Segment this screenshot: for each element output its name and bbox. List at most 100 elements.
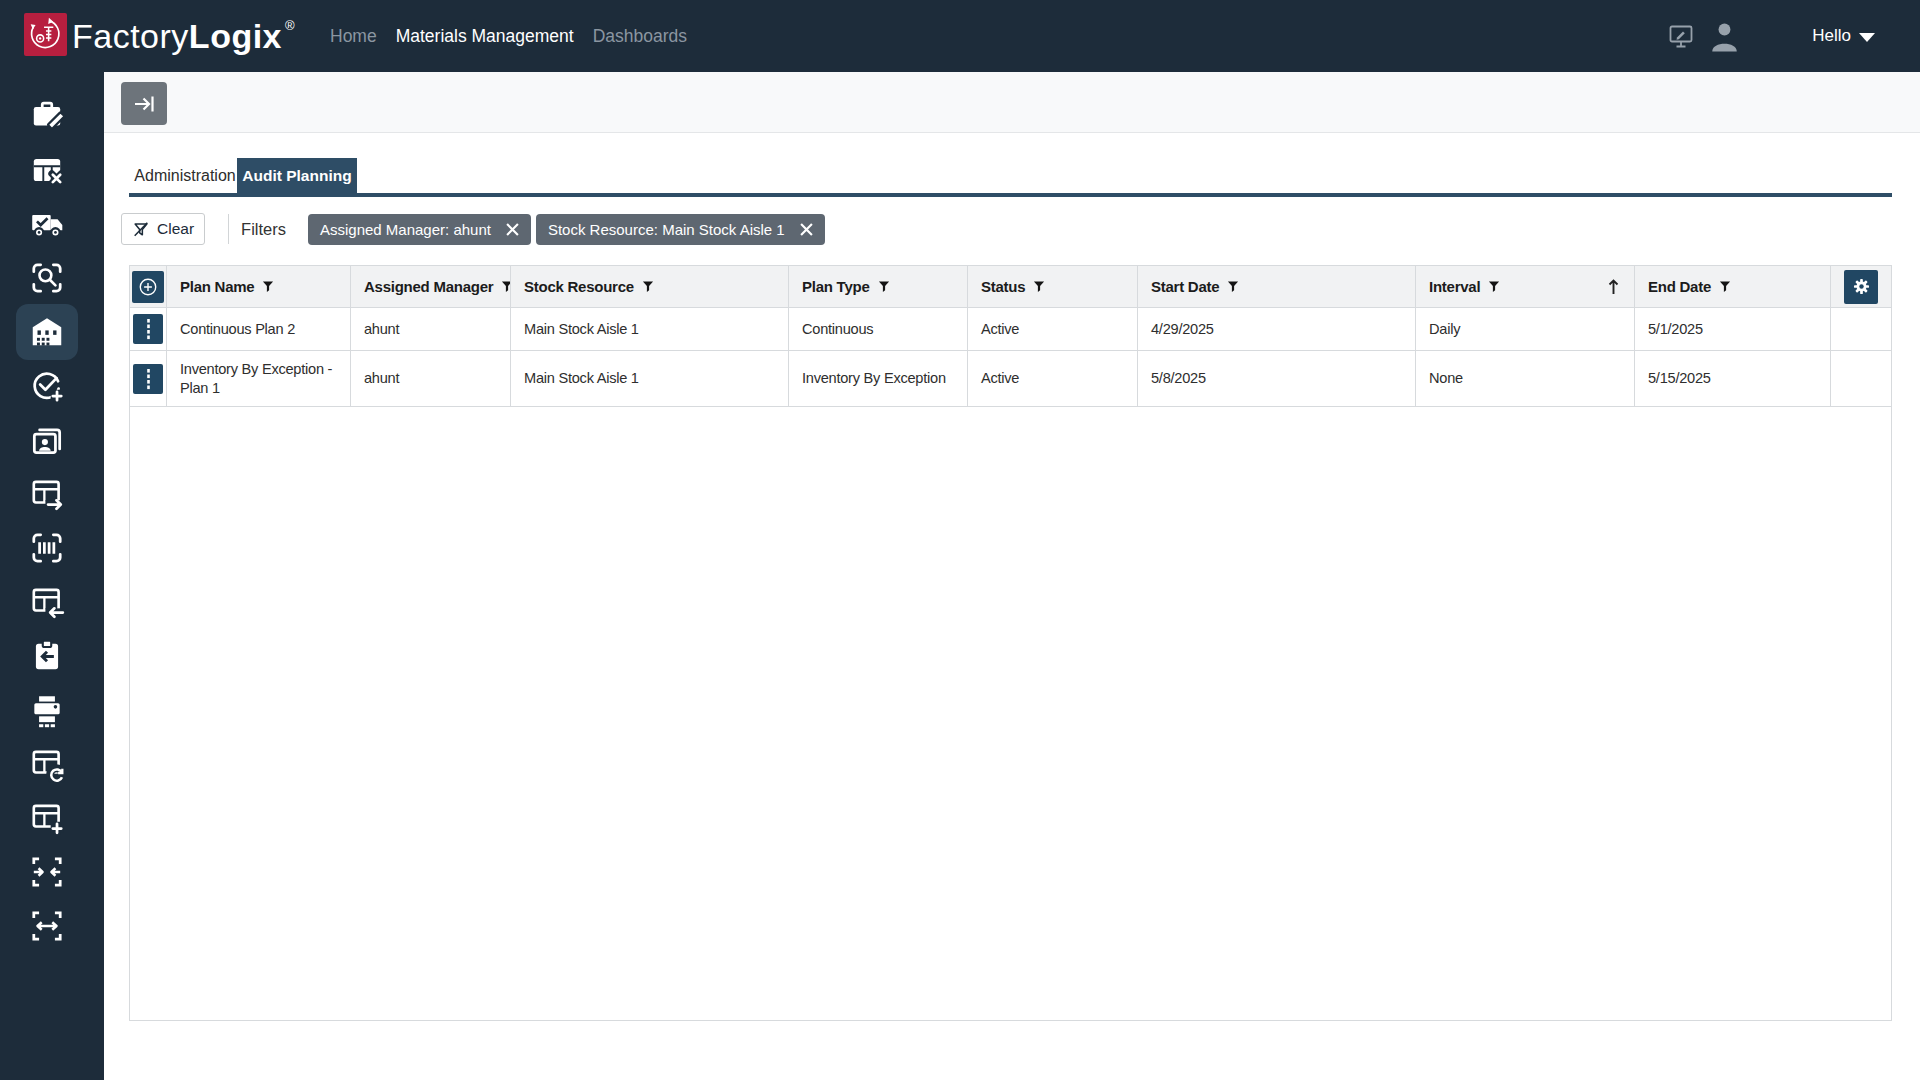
table-row: Continuous Plan 2ahuntMain Stock Aisle 1… [130,308,1891,351]
row-menu-icon [142,368,155,390]
tab-label: Audit Planning [242,167,351,185]
column-filter-icon[interactable] [1227,280,1239,293]
column-filter-icon[interactable] [1719,280,1731,293]
column-label: Stock Resource [524,278,634,295]
chip-label: Assigned Manager: ahunt [320,221,491,238]
column-filter-icon[interactable] [642,280,654,293]
table-row: Inventory By Exception - Plan 1ahuntMain… [130,351,1891,407]
sidebar-item-barcode-scan[interactable] [16,520,78,576]
column-filter-icon[interactable] [501,280,511,293]
cell-plan_name: Inventory By Exception - Plan 1 [167,351,351,406]
sidebar-item-frame-arrows-out[interactable] [16,898,78,954]
table-header-row: Plan Name Assigned Manager Stock Resource P… [130,266,1891,308]
sidebar-item-frame-arrows-in[interactable] [16,844,78,900]
filter-row: Clear Filters Assigned Manager: ahuntSto… [121,213,825,245]
nav-dashboards[interactable]: Dashboards [593,26,687,47]
sidebar-item-truck-check[interactable] [16,196,78,252]
sidebar-item-table-export[interactable] [16,466,78,522]
cell-start_date: 5/8/2025 [1138,351,1416,406]
column-header-end-date[interactable]: End Date [1635,266,1831,307]
column-header-plan-type[interactable]: Plan Type [789,266,968,307]
gear-icon [1852,277,1871,296]
cell-stock_resource: Main Stock Aisle 1 [511,351,789,406]
filter-chip[interactable]: Assigned Manager: ahunt [308,214,531,245]
filter-off-icon [132,220,150,238]
sort-ascending-icon [1607,278,1620,295]
sidebar-item-search-frame[interactable] [16,250,78,306]
cell-status: Active [968,351,1138,406]
column-filter-icon[interactable] [262,280,274,293]
remote-monitor-icon[interactable] [1669,25,1693,48]
truck-check-icon [28,205,66,243]
column-label: Start Date [1151,278,1219,295]
cell-settings-spacer [1831,308,1891,350]
brand-logix: Logix [189,17,282,56]
filter-chips: Assigned Manager: ahunt Stock Resource: M… [308,214,825,245]
cell-assigned_manager: ahunt [351,308,511,350]
chevron-down-icon[interactable] [1859,33,1875,42]
tab-audit-planning[interactable]: Audit Planning [237,158,357,193]
cell-interval: None [1416,351,1635,406]
sidebar-item-table-add[interactable] [16,790,78,846]
table-export-icon [28,475,66,513]
column-label: Interval [1429,278,1480,295]
sidebar-item-table-refresh[interactable] [16,736,78,792]
nav-home[interactable]: Home [330,26,377,47]
row-menu-button[interactable] [133,314,163,344]
row-menu-button[interactable] [133,364,163,394]
cell-plan_type: Continuous [789,308,968,350]
column-header-interval[interactable]: Interval [1416,266,1635,307]
column-label: Plan Name [180,278,254,295]
remove-chip-icon[interactable] [800,223,813,236]
tab-label: Administration [134,167,235,185]
nav-materials-management[interactable]: Materials Management [396,26,574,47]
collapse-panel-button[interactable] [121,82,167,125]
column-filter-icon[interactable] [1488,280,1500,293]
row-actions-cell [130,308,167,350]
sidebar-item-clipboard-return[interactable] [16,628,78,684]
column-header-assigned-manager[interactable]: Assigned Manager [351,266,511,307]
table-settings-button[interactable] [1844,270,1878,304]
table-import-icon [28,583,66,621]
column-header-start-date[interactable]: Start Date [1138,266,1416,307]
cell-status: Active [968,308,1138,350]
column-header-stock-resource[interactable]: Stock Resource [511,266,789,307]
column-header-plan-name[interactable]: Plan Name [167,266,351,307]
brand-registered: ® [285,18,295,33]
user-greeting[interactable]: Hello [1812,26,1851,46]
sidebar-item-warehouse[interactable] [16,304,78,360]
warehouse-icon [28,313,66,351]
cell-end_date: 5/15/2025 [1635,351,1831,406]
sidebar-item-table-remove[interactable] [16,142,78,198]
sidebar-item-id-card[interactable] [16,412,78,468]
cell-plan_name: Continuous Plan 2 [167,308,351,350]
column-header-status[interactable]: Status [968,266,1138,307]
cell-settings-spacer [1831,351,1891,406]
remove-chip-icon[interactable] [506,223,519,236]
tab-administration[interactable]: Administration [133,158,237,193]
clear-label: Clear [157,220,194,238]
audit-plans-table: Plan Name Assigned Manager Stock Resource P… [129,265,1892,1021]
sidebar-item-printer[interactable] [16,682,78,738]
brand-factory: Factory [72,17,189,56]
user-icon[interactable] [1709,20,1740,52]
table-refresh-icon [28,745,66,783]
sidebar-item-briefcase-edit[interactable] [16,88,78,144]
table-add-icon [28,799,66,837]
column-filter-icon[interactable] [1033,280,1045,293]
sidebar-item-table-import[interactable] [16,574,78,630]
column-label: Plan Type [802,278,870,295]
cell-start_date: 4/29/2025 [1138,308,1416,350]
cell-end_date: 5/1/2025 [1635,308,1831,350]
sidebar-item-check-circle-add[interactable] [16,358,78,414]
header-add-cell [130,266,167,307]
frame-arrows-in-icon [28,853,66,891]
clear-filters-button[interactable]: Clear [121,213,205,245]
column-label: End Date [1648,278,1711,295]
add-plan-button[interactable] [132,271,164,303]
filter-chip[interactable]: Stock Resource: Main Stock Aisle 1 [536,214,825,245]
frame-arrows-out-icon [28,907,66,945]
factorylogix-logo[interactable] [24,13,67,56]
column-filter-icon[interactable] [878,280,890,293]
row-menu-icon [142,318,155,340]
